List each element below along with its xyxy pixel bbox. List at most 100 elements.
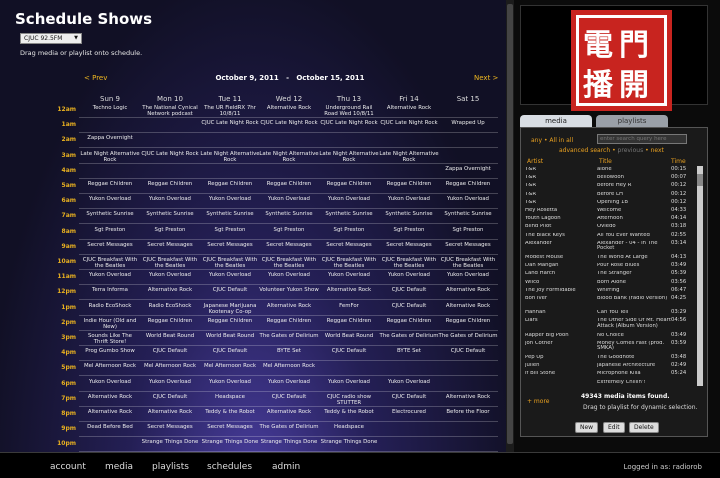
- schedule-slot[interactable]: Yukon Overload: [379, 379, 439, 392]
- column-header-title[interactable]: Title: [599, 158, 612, 165]
- schedule-slot[interactable]: Secret Messages: [438, 242, 498, 255]
- schedule-slot[interactable]: Mel Afternoon Rock: [80, 363, 140, 376]
- more-link[interactable]: + more: [527, 398, 549, 405]
- schedule-slot[interactable]: Synthetic Sunrise: [438, 211, 498, 224]
- schedule-slot[interactable]: World Beat Round: [319, 333, 379, 346]
- schedule-slot[interactable]: World Beat Round: [200, 333, 260, 346]
- schedule-slot[interactable]: Japanese Marijuana Kootenay Co-op: [200, 303, 260, 316]
- schedule-slot[interactable]: Terra Informa: [80, 287, 140, 300]
- schedule-slot[interactable]: CJUC Breakfast With the Beatles: [319, 257, 379, 270]
- schedule-slot[interactable]: Yukon Overload: [140, 379, 200, 392]
- schedule-slot[interactable]: Electrocured: [379, 409, 439, 422]
- schedule-slot[interactable]: Yukon Overload: [140, 272, 200, 285]
- schedule-slot[interactable]: Alternative Rock: [259, 303, 319, 316]
- schedule-slot[interactable]: CJUC Default: [140, 394, 200, 407]
- schedule-slot[interactable]: Radio EcoShock: [80, 303, 140, 316]
- schedule-slot[interactable]: Secret Messages: [319, 242, 379, 255]
- schedule-slot[interactable]: Reggae Children: [438, 318, 498, 331]
- new-button[interactable]: New: [575, 422, 599, 433]
- search-input[interactable]: [597, 134, 687, 144]
- schedule-slot[interactable]: CJUC Late Night Rock: [200, 120, 260, 133]
- schedule-slot[interactable]: Secret Messages: [259, 242, 319, 255]
- schedule-slot[interactable]: BYTE Set: [259, 348, 319, 361]
- media-row[interactable]: If Bill Stone Microphone Killa 05:24: [525, 371, 700, 379]
- media-row[interactable]: Alexander Alexander - 04 - In The Pocket 0…: [525, 240, 700, 255]
- media-scrollbar-thumb[interactable]: [697, 174, 703, 186]
- schedule-slot[interactable]: Sgt Preston: [200, 227, 260, 240]
- schedule-slot[interactable]: Yukon Overload: [319, 379, 379, 392]
- nav-admin[interactable]: admin: [272, 462, 300, 472]
- station-select[interactable]: CJUC 92.5FM ▼: [20, 33, 82, 44]
- schedule-slot[interactable]: Headspace: [319, 424, 379, 437]
- schedule-slot[interactable]: CJUC Late Night Rock: [140, 151, 200, 164]
- schedule-slot[interactable]: Reggae Children: [438, 181, 498, 194]
- schedule-slot[interactable]: CJUC Breakfast With the Beatles: [200, 257, 260, 270]
- schedule-slot[interactable]: Prog Gumbo Show: [80, 348, 140, 361]
- schedule-slot[interactable]: Underground Rail Road Wed 10/8/11: [319, 105, 379, 118]
- schedule-slot[interactable]: Radio EcoShock: [140, 303, 200, 316]
- schedule-slot[interactable]: Strange Things Done: [200, 439, 260, 452]
- schedule-scrollbar[interactable]: [506, 0, 514, 452]
- tab-playlists[interactable]: playlists: [596, 115, 668, 127]
- schedule-slot[interactable]: Sgt Preston: [438, 227, 498, 240]
- schedule-slot[interactable]: Alternative Rock: [80, 409, 140, 422]
- schedule-slot[interactable]: Yukon Overload: [379, 272, 439, 285]
- schedule-slot[interactable]: Secret Messages: [200, 242, 260, 255]
- schedule-slot[interactable]: CJUC Default: [140, 348, 200, 361]
- media-row[interactable]: Liars The Other Side Of Mt. Heart Attack …: [525, 318, 700, 332]
- schedule-slot[interactable]: Zappa Overnight: [438, 166, 498, 179]
- schedule-slot[interactable]: Alternative Rock: [379, 105, 439, 118]
- schedule-slot[interactable]: Alternative Rock: [140, 409, 200, 422]
- media-row[interactable]: Extremely Chillin'!: [525, 380, 700, 388]
- schedule-slot[interactable]: Synthetic Sunrise: [200, 211, 260, 224]
- schedule-slot[interactable]: The National Cynical Network podcast: [140, 105, 200, 118]
- schedule-slot[interactable]: Yukon Overload: [259, 196, 319, 209]
- schedule-slot[interactable]: Reggae Children: [259, 181, 319, 194]
- schedule-slot[interactable]: Reggae Children: [319, 318, 379, 331]
- schedule-slot[interactable]: Alternative Rock: [259, 105, 319, 118]
- schedule-slot[interactable]: Mel Afternoon Rock: [259, 363, 319, 376]
- schedule-slot[interactable]: World Beat Round: [140, 333, 200, 346]
- schedule-slot[interactable]: Yukon Overload: [200, 379, 260, 392]
- schedule-slot[interactable]: Strange Things Done: [319, 439, 379, 452]
- schedule-slot[interactable]: Synthetic Sunrise: [140, 211, 200, 224]
- prev-week-link[interactable]: < Prev: [84, 74, 107, 82]
- column-header-time[interactable]: Time: [671, 158, 686, 165]
- schedule-slot[interactable]: Yukon Overload: [379, 196, 439, 209]
- schedule-slot[interactable]: Late Night Alternative Rock: [319, 151, 379, 164]
- delete-button[interactable]: Delete: [629, 422, 659, 433]
- schedule-slot[interactable]: Reggae Children: [319, 181, 379, 194]
- schedule-slot[interactable]: CJUC Late Night Rock: [379, 120, 439, 133]
- media-row[interactable]: Bon Iver Blood Bank (radio version) 04:25: [525, 295, 700, 310]
- schedule-slot[interactable]: Yukon Overload: [140, 196, 200, 209]
- schedule-slot[interactable]: Late Night Alternative Rock: [379, 151, 439, 164]
- schedule-slot[interactable]: CJUC Default: [259, 394, 319, 407]
- nav-schedules[interactable]: schedules: [207, 462, 252, 472]
- schedule-slot[interactable]: Yukon Overload: [438, 196, 498, 209]
- schedule-slot[interactable]: Mel Afternoon Rock: [140, 363, 200, 376]
- schedule-slot[interactable]: Alternative Rock: [319, 287, 379, 300]
- next-link[interactable]: next: [651, 147, 664, 154]
- schedule-slot[interactable]: Secret Messages: [80, 242, 140, 255]
- schedule-slot[interactable]: Yukon Overload: [259, 379, 319, 392]
- schedule-slot[interactable]: Alternative Rock: [438, 303, 498, 316]
- schedule-slot[interactable]: CJUC Default: [200, 348, 260, 361]
- search-any-link[interactable]: any: [531, 137, 542, 144]
- schedule-slot[interactable]: Reggae Children: [379, 318, 439, 331]
- scrollbar-thumb[interactable]: [507, 4, 513, 444]
- nav-playlists[interactable]: playlists: [152, 462, 189, 472]
- schedule-slot[interactable]: Alternative Rock: [259, 409, 319, 422]
- search-all-link[interactable]: All in all: [549, 137, 573, 144]
- schedule-slot[interactable]: Teddy & the Robot: [200, 409, 260, 422]
- schedule-slot[interactable]: Indie Hour (Old and New): [80, 318, 140, 331]
- media-scrollbar[interactable]: [697, 166, 703, 386]
- schedule-slot[interactable]: The Gates of Delirium: [259, 424, 319, 437]
- schedule-slot[interactable]: CJUC Breakfast With the Beatles: [259, 257, 319, 270]
- schedule-slot[interactable]: Sounds Like The Thrift Store!: [80, 333, 140, 346]
- schedule-slot[interactable]: Yukon Overload: [200, 196, 260, 209]
- schedule-slot[interactable]: CJUC Breakfast With the Beatles: [80, 257, 140, 270]
- schedule-slot[interactable]: Synthetic Sunrise: [379, 211, 439, 224]
- schedule-slot[interactable]: Strange Things Done: [140, 439, 200, 452]
- schedule-slot[interactable]: Sgt Preston: [259, 227, 319, 240]
- schedule-slot[interactable]: CJUC Default: [379, 303, 439, 316]
